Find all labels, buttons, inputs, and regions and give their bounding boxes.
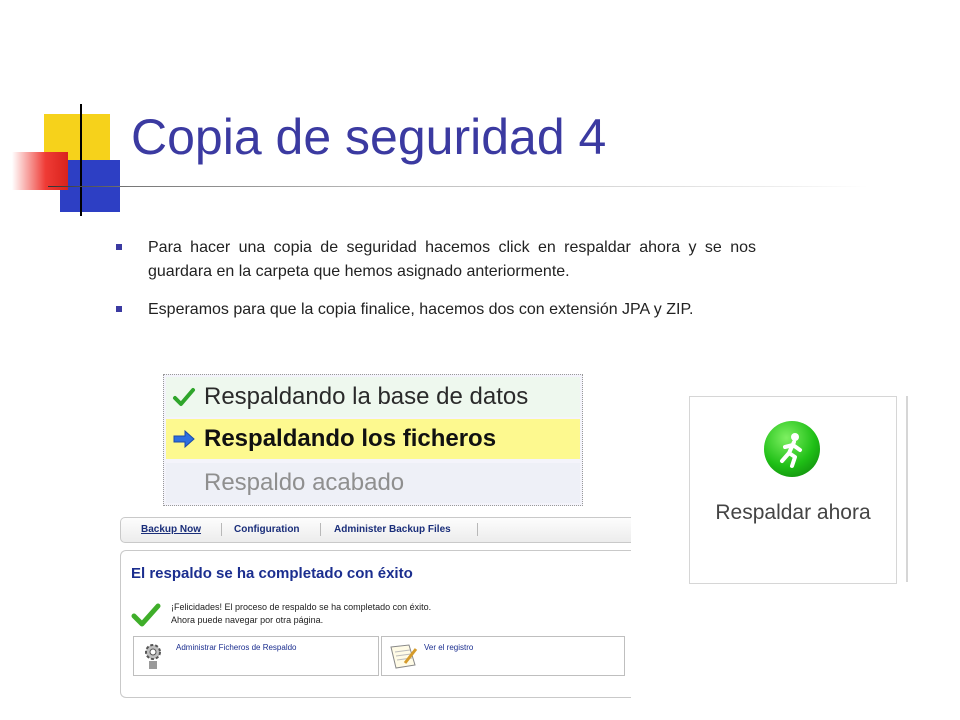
runner-icon: [764, 421, 820, 477]
title-underline: [48, 186, 868, 187]
bullet-marker: [116, 306, 122, 312]
result-title: El respaldo se ha completado con éxito: [131, 565, 413, 582]
result-message-line: ¡Felicidades! El proceso de respaldo se …: [171, 602, 432, 612]
tab-separator: [221, 523, 222, 536]
status-label: Respaldando la base de datos: [204, 383, 529, 410]
tab-separator: [320, 523, 321, 536]
status-row-finished: Respaldo acabado: [166, 463, 580, 503]
arrow-right-icon: [173, 429, 195, 449]
logo-vertical-line: [80, 104, 82, 216]
tab-backup-now[interactable]: Backup Now: [141, 524, 201, 535]
result-message-line: Ahora puede navegar por otra página.: [171, 615, 324, 625]
logo-red-bar: [12, 152, 68, 190]
notepad-icon: [390, 644, 418, 669]
backup-now-button[interactable]: Respaldar ahora: [689, 396, 897, 584]
bullet-item: Esperamos para que la copia finalice, ha…: [114, 298, 756, 322]
tab-separator: [477, 523, 478, 536]
status-label: Respaldando los ficheros: [204, 425, 497, 452]
checkmark-icon: [173, 388, 195, 406]
status-label: Respaldo acabado: [204, 469, 405, 496]
status-row-files: Respaldando los ficheros: [166, 419, 580, 459]
backup-tabs: Backup Now Configuration Administer Back…: [120, 517, 631, 543]
bullet-item: Para hacer una copia de seguridad hacemo…: [114, 236, 756, 284]
divider: [906, 396, 908, 582]
checkmark-icon: [131, 603, 161, 627]
backup-now-label: Respaldar ahora: [715, 501, 871, 524]
status-row-database: Respaldando la base de datos: [166, 377, 580, 417]
bullet-marker: [116, 244, 122, 250]
manage-backup-files-link[interactable]: Administrar Ficheros de Respaldo: [133, 636, 379, 676]
bullet-text: Esperamos para que la copia finalice, ha…: [148, 301, 694, 318]
view-log-link[interactable]: Ver el registro: [381, 636, 625, 676]
backup-status-panel: Respaldando la base de datos Respaldando…: [163, 374, 583, 506]
link-label: Administrar Ficheros de Respaldo: [176, 643, 297, 652]
slide-title: Copia de seguridad 4: [131, 109, 607, 165]
link-label: Ver el registro: [424, 643, 474, 652]
bullet-list: Para hacer una copia de seguridad hacemo…: [114, 236, 756, 336]
result-message: ¡Felicidades! El proceso de respaldo se …: [171, 601, 431, 627]
tab-administer-backup-files[interactable]: Administer Backup Files: [334, 524, 451, 535]
bullet-text: Para hacer una copia de seguridad hacemo…: [148, 239, 756, 280]
gear-icon: [145, 644, 161, 669]
backup-result-panel: El respaldo se ha completado con éxito ¡…: [120, 550, 631, 698]
tab-configuration[interactable]: Configuration: [234, 524, 300, 535]
